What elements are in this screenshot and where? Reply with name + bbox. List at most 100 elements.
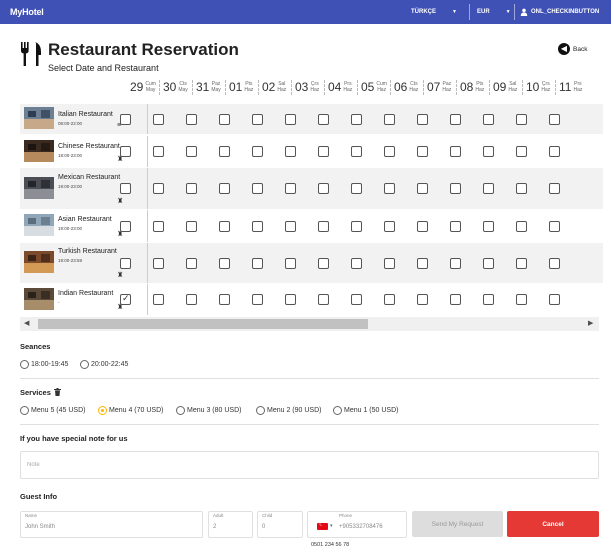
date-checkbox[interactable] (186, 183, 197, 194)
note-input[interactable] (21, 452, 598, 478)
date-checkbox[interactable] (516, 294, 527, 305)
date-checkbox[interactable] (549, 221, 560, 232)
date-checkbox[interactable] (252, 294, 263, 305)
date-checkbox[interactable] (252, 146, 263, 157)
date-checkbox[interactable] (384, 294, 395, 305)
date-checkbox[interactable] (417, 183, 428, 194)
phone-field[interactable]: Phone ▾ +905332708476 (307, 511, 407, 538)
date-checkbox[interactable] (516, 183, 527, 194)
date-checkbox[interactable] (417, 221, 428, 232)
date-checkbox[interactable] (516, 258, 527, 269)
dress-code-icon[interactable]: ♜ (117, 271, 123, 279)
date-checkbox[interactable] (285, 294, 296, 305)
date-checkbox[interactable] (219, 221, 230, 232)
date-checkbox[interactable] (384, 146, 395, 157)
adult-field[interactable]: Adult 2 (208, 511, 253, 538)
date-checkbox[interactable] (351, 146, 362, 157)
date-checkbox[interactable] (351, 294, 362, 305)
caret-down-icon[interactable]: ▾ (330, 523, 333, 529)
date-checkbox[interactable] (318, 146, 329, 157)
scrollbar-thumb[interactable] (38, 319, 368, 329)
date-checkbox[interactable] (285, 258, 296, 269)
adult-input[interactable]: 2 (213, 524, 216, 530)
service-option-0[interactable]: Menu 5 (45 USD) (20, 406, 85, 415)
date-checkbox[interactable] (252, 221, 263, 232)
radio-circle[interactable] (176, 406, 185, 415)
date-checkbox[interactable] (483, 146, 494, 157)
send-request-button[interactable]: Send My Request (412, 511, 503, 537)
user-menu[interactable]: ONL_CHECKINBUTTON (520, 0, 599, 24)
date-checkbox[interactable] (450, 258, 461, 269)
date-checkbox[interactable] (252, 183, 263, 194)
seance-option-0[interactable]: 18:00-19:45 (20, 360, 68, 369)
date-checkbox[interactable] (186, 114, 197, 125)
date-checkbox[interactable] (516, 221, 527, 232)
date-checkbox[interactable] (285, 221, 296, 232)
date-checkbox[interactable] (351, 221, 362, 232)
date-checkbox[interactable] (153, 183, 164, 194)
date-checkbox[interactable] (285, 114, 296, 125)
radio-circle[interactable] (256, 406, 265, 415)
date-checkbox[interactable] (549, 146, 560, 157)
date-checkbox[interactable] (384, 114, 395, 125)
date-checkbox[interactable] (285, 183, 296, 194)
date-checkbox[interactable] (252, 114, 263, 125)
date-checkbox[interactable] (219, 114, 230, 125)
note-field[interactable] (20, 451, 599, 479)
date-checkbox[interactable] (549, 258, 560, 269)
service-option-4[interactable]: Menu 1 (50 USD) (333, 406, 398, 415)
date-checkbox[interactable] (153, 294, 164, 305)
date-checkbox[interactable] (318, 221, 329, 232)
date-checkbox[interactable] (318, 114, 329, 125)
trash-icon[interactable] (54, 388, 61, 396)
date-checkbox[interactable] (483, 183, 494, 194)
date-checkbox[interactable] (450, 183, 461, 194)
date-checkbox[interactable] (153, 221, 164, 232)
date-checkbox[interactable] (318, 294, 329, 305)
dress-code-icon[interactable]: ♜ (117, 197, 123, 205)
turkey-flag-icon[interactable] (317, 521, 328, 530)
cancel-button[interactable]: Cancel (507, 511, 599, 537)
name-input[interactable]: John Smith (25, 524, 55, 530)
radio-circle[interactable] (333, 406, 342, 415)
date-checkbox[interactable] (483, 258, 494, 269)
radio-circle[interactable] (20, 360, 29, 369)
child-field[interactable]: Child 0 (257, 511, 303, 538)
date-checkbox[interactable] (120, 183, 131, 194)
date-checkbox[interactable] (318, 258, 329, 269)
date-checkbox[interactable] (351, 183, 362, 194)
date-checkbox[interactable] (186, 258, 197, 269)
radio-circle[interactable] (80, 360, 89, 369)
radio-circle[interactable] (20, 406, 29, 415)
date-checkbox[interactable] (351, 258, 362, 269)
date-checkbox[interactable] (285, 146, 296, 157)
date-checkbox[interactable] (483, 221, 494, 232)
scroll-left-icon[interactable]: ◀ (24, 319, 29, 327)
date-checkbox[interactable] (417, 258, 428, 269)
date-checkbox[interactable] (120, 258, 131, 269)
date-checkbox[interactable] (219, 183, 230, 194)
date-checkbox[interactable] (153, 146, 164, 157)
scroll-right-icon[interactable]: ▶ (588, 319, 593, 327)
date-checkbox[interactable] (384, 183, 395, 194)
service-option-2[interactable]: Menu 3 (80 USD) (176, 406, 241, 415)
date-checkbox[interactable] (384, 221, 395, 232)
horizontal-scrollbar[interactable]: ◀ ▶ (20, 317, 599, 331)
date-checkbox[interactable] (450, 114, 461, 125)
date-checkbox[interactable] (219, 146, 230, 157)
date-checkbox[interactable] (153, 258, 164, 269)
date-checkbox[interactable] (186, 221, 197, 232)
service-option-1[interactable]: Menu 4 (70 USD) (98, 406, 163, 415)
date-checkbox[interactable] (219, 294, 230, 305)
date-checkbox[interactable] (516, 146, 527, 157)
date-checkbox[interactable] (417, 114, 428, 125)
date-checkbox[interactable] (351, 114, 362, 125)
date-checkbox[interactable] (318, 183, 329, 194)
date-checkbox[interactable] (384, 258, 395, 269)
date-checkbox[interactable] (186, 146, 197, 157)
service-option-3[interactable]: Menu 2 (90 USD) (256, 406, 321, 415)
radio-circle[interactable] (98, 406, 107, 415)
date-checkbox[interactable] (549, 183, 560, 194)
date-checkbox[interactable] (516, 114, 527, 125)
currency-selector[interactable]: EUR ▼ (477, 0, 511, 24)
